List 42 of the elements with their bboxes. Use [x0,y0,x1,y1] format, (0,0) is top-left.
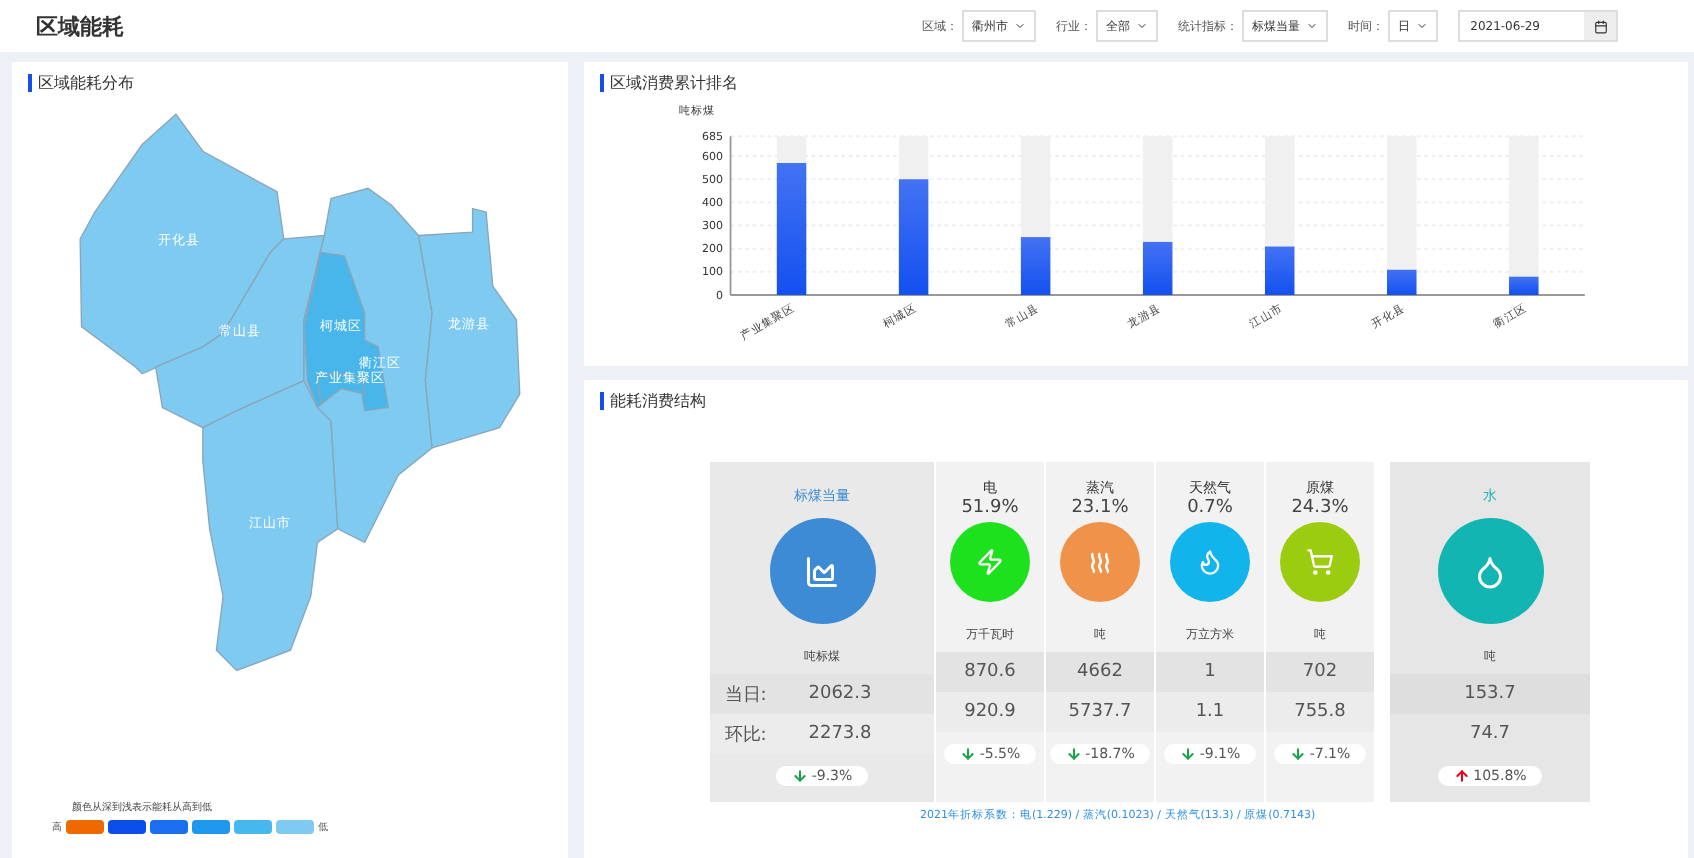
bar [776,162,807,295]
today-value: 153.7 [1464,684,1516,704]
bar [898,179,929,295]
previous-value: 920.9 [964,702,1016,722]
today-value: 4662 [1077,662,1123,682]
today-value: 702 [1302,662,1338,682]
calendar-icon[interactable] [1593,19,1607,33]
share-percent: 0.7% [1187,498,1233,518]
area-chart-icon [804,553,840,589]
bar [1142,241,1173,295]
caret-icon [1136,20,1149,32]
bar [1387,269,1417,295]
row-label: 环比: [722,723,769,747]
share-percent: 24.3% [1291,498,1349,518]
previous-value: 755.8 [1294,702,1346,722]
panel-title: 能耗消费结构 [600,392,706,410]
previous-value: 5737.7 [1068,702,1132,722]
previous-value: 2273.8 [808,724,872,744]
caret-icon [1306,20,1319,32]
droplet-icon [1472,553,1508,589]
today-value: 870.6 [964,662,1016,682]
lightning-icon [976,548,1004,576]
cart-icon [1306,548,1334,576]
bar [1020,237,1051,295]
share-percent: 51.9% [961,498,1019,518]
map-region[interactable] [79,113,285,375]
today-value: 2062.3 [808,684,872,704]
page-title: 区域能耗 [36,11,126,41]
flame-icon [1196,548,1224,576]
panel-title: 区域能耗分布 [28,74,134,92]
today-value: 1 [1204,662,1216,682]
caret-icon [1416,20,1429,32]
panel-title: 区域消费累计排名 [600,74,738,92]
caret-icon [1014,20,1027,32]
map-region[interactable] [417,207,521,449]
bar [1509,276,1539,295]
steam-icon [1086,548,1114,576]
bar [1264,246,1295,295]
previous-value: 1.1 [1195,702,1225,722]
share-percent: 23.1% [1071,498,1129,518]
row-label: 当日: [722,683,769,707]
previous-value: 74.7 [1469,724,1511,744]
